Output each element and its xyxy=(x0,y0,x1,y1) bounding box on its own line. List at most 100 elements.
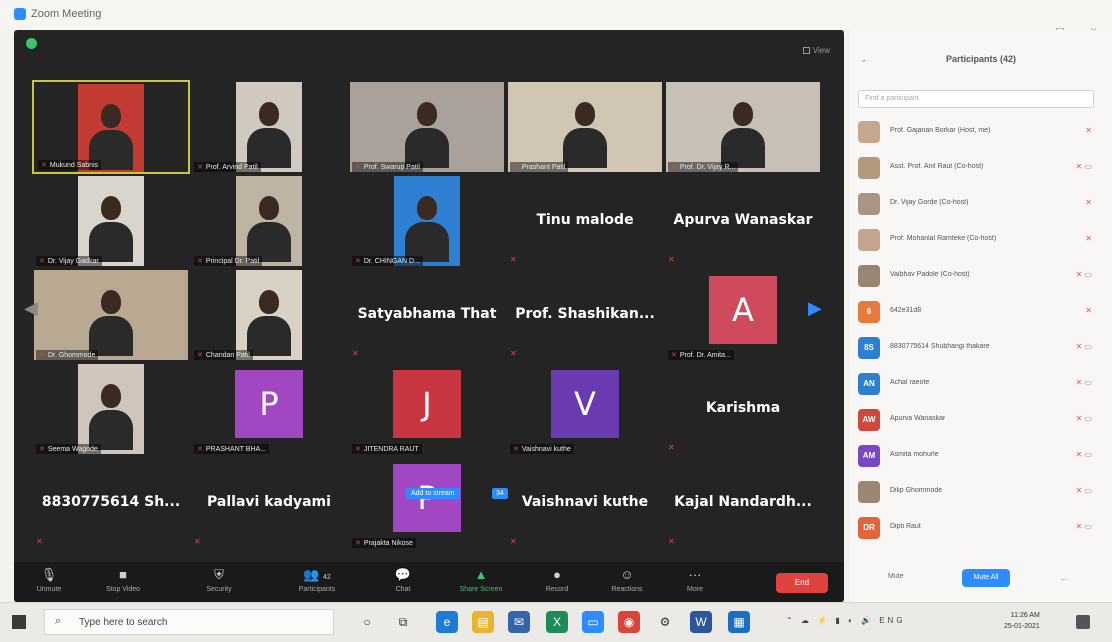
meeting-video-area: View ✕ Mukund Sabnis ✕ Prof. Arvind Patil ✕ P… xyxy=(14,30,844,602)
chrome-icon[interactable]: ◉ xyxy=(618,611,640,633)
reactions-button[interactable]: ☺ Reactions xyxy=(592,566,662,593)
participant-row[interactable]: AM Asmita mohurle ✕ ▭ xyxy=(858,442,1098,472)
muted-mic-icon: ✕ xyxy=(355,164,361,171)
taskbar-clock[interactable]: 11:26 AM 25-01-2021 xyxy=(1004,610,1040,632)
participant-tile[interactable]: ✕ Principal Dr. Patil xyxy=(190,174,348,268)
encryption-shield-icon[interactable] xyxy=(26,38,37,49)
more-button[interactable]: ··· More xyxy=(660,566,730,593)
participant-tile[interactable]: J ✕ JITENDRA RAUT xyxy=(348,362,506,456)
participant-video xyxy=(508,82,662,172)
end-meeting-button[interactable]: End xyxy=(776,573,828,593)
view-button[interactable]: View xyxy=(802,46,830,55)
settings-gear-icon[interactable]: ⚙ xyxy=(654,611,676,633)
participant-tile[interactable]: ✕ Prof. Dr. Vijay R... xyxy=(664,80,822,174)
system-tray[interactable]: ⌃ ☁ ⚡ ▮ ◐ 🔊 ENG xyxy=(786,616,906,625)
participant-row[interactable]: 8S 8830775614 Shubhangi thakare ✕ ▭ xyxy=(858,334,1098,364)
person-body xyxy=(563,128,607,168)
security-button[interactable]: ⛨ Security xyxy=(184,566,254,593)
next-page-arrow-icon[interactable]: ▶ xyxy=(808,298,822,319)
stop-video-button[interactable]: ■ Stop Video xyxy=(88,566,158,593)
participant-tile[interactable]: Karishma ✕ xyxy=(664,362,822,456)
panel-more-button[interactable]: ... xyxy=(1060,572,1068,582)
person-head xyxy=(733,102,753,126)
share-screen-button[interactable]: ▲ Share Screen xyxy=(446,566,516,593)
muted-mic-icon: ✕ xyxy=(39,258,45,265)
muted-mic-icon: ✕ xyxy=(671,352,677,359)
participant-tile[interactable]: P✕Prajakta Nikose xyxy=(348,456,506,550)
mail-icon[interactable]: ✉ xyxy=(508,611,530,633)
participant-list-name: Achal raeote xyxy=(890,379,930,386)
participant-row[interactable]: Asst. Prof. Anil Raut (Co-host) ✕ ▭ xyxy=(858,154,1098,184)
person-head xyxy=(259,102,279,126)
participant-avatar xyxy=(858,265,880,287)
word-icon[interactable]: W xyxy=(690,611,712,633)
find-participant-input[interactable]: Find a participant xyxy=(858,90,1094,108)
participant-row[interactable]: Vaibhav Padole (Co-host) ✕ ▭ xyxy=(858,262,1098,292)
cortana-icon[interactable]: ○ xyxy=(356,611,378,633)
participant-tile[interactable]: ✕ Prof. Arvind Patil xyxy=(190,80,348,174)
participant-name-label: ✕ Principal Dr. Patil xyxy=(194,256,263,266)
unmute-all-button[interactable]: Mute All xyxy=(962,569,1010,587)
mic-camera-status-icon: ✕ ▭ xyxy=(1075,162,1092,171)
participant-tile[interactable]: Kajal Nandardh... ✕ xyxy=(664,456,822,550)
participant-tile[interactable]: ✕ Dr. Vijay Gadkar xyxy=(32,174,190,268)
participant-row[interactable]: Dilip Ghommode ✕ ▭ xyxy=(858,478,1098,508)
participant-tile[interactable]: Apurva Wanaskar ✕ xyxy=(664,174,822,268)
participant-tile[interactable]: 8830775614 Sh... ✕ xyxy=(32,456,190,550)
participant-tile[interactable]: ✕ Chandan Patil xyxy=(190,268,348,362)
participant-video xyxy=(666,82,820,172)
muted-mic-icon: ✕ xyxy=(668,537,675,546)
participant-video xyxy=(236,270,302,360)
participant-avatar xyxy=(858,229,880,251)
participant-list-name: Dipti Raut xyxy=(890,523,921,530)
unmute-button[interactable]: 🎙 Unmute xyxy=(14,566,84,593)
participant-tile[interactable]: Prof. Shashikan... ✕ xyxy=(506,268,664,362)
participants-button[interactable]: 👥 42 Participants xyxy=(282,566,352,593)
edge-browser-icon[interactable]: e xyxy=(436,611,458,633)
participant-tile[interactable]: ✕ Dr. CHINGAN D... xyxy=(348,174,506,268)
participant-name-label: ✕ Prashant Patil xyxy=(510,162,569,172)
participant-tile[interactable]: ✕ Prof. Swarup Patil xyxy=(348,80,506,174)
participant-avatar: A xyxy=(709,276,777,344)
zoom-taskbar-icon[interactable]: ▭ xyxy=(582,611,604,633)
participant-avatar xyxy=(858,481,880,503)
record-button[interactable]: ● Record xyxy=(522,566,592,593)
participant-name-label: ✕ Chandan Patil xyxy=(194,350,253,360)
participant-row[interactable]: DR Dipti Raut ✕ ▭ xyxy=(858,514,1098,544)
participant-tile[interactable]: ✕ Prashant Patil xyxy=(506,80,664,174)
participant-list-name: Asst. Prof. Anil Raut (Co-host) xyxy=(890,163,984,170)
previous-page-arrow-icon[interactable]: ◀ xyxy=(24,298,38,319)
windows-start-icon[interactable] xyxy=(12,615,26,629)
participant-row[interactable]: 6 642e31d8 ✕ xyxy=(858,298,1098,328)
participant-tile[interactable]: P ✕ PRASHANT BHA... xyxy=(190,362,348,456)
participant-tile[interactable]: ✕ Mukund Sabnis xyxy=(32,80,190,174)
participant-row[interactable]: Prof. Mohanlal Ramteke (Co-host) ✕ xyxy=(858,226,1098,256)
participant-row[interactable]: Dr. Vijay Gorde (Co-host) ✕ xyxy=(858,190,1098,220)
participant-list-name: Asmita mohurle xyxy=(890,451,939,458)
participant-tile[interactable]: V ✕ Vaishnavi kuthe xyxy=(506,362,664,456)
file-explorer-icon[interactable]: ▤ xyxy=(472,611,494,633)
zoom-app-icon xyxy=(14,8,26,20)
notification-center-icon[interactable] xyxy=(1076,615,1090,629)
participant-name: Vaishnavi kuthe xyxy=(521,494,649,510)
participant-row[interactable]: AN Achal raeote ✕ ▭ xyxy=(858,370,1098,400)
mic-camera-status-icon: ✕ ▭ xyxy=(1075,414,1092,423)
participant-name-label: ✕ Prof. Dr. Amita... xyxy=(668,350,734,360)
chat-button[interactable]: 💬 Chat xyxy=(368,566,438,593)
participant-tile[interactable]: A ✕ Prof. Dr. Amita... xyxy=(664,268,822,362)
participant-tile[interactable]: ✕ Seema Wagode xyxy=(32,362,190,456)
participant-tile[interactable]: Tinu malode ✕ xyxy=(506,174,664,268)
mute-all-button[interactable]: Mute xyxy=(888,573,904,580)
taskbar-search-input[interactable]: ⌕ Type here to search xyxy=(44,609,334,635)
participant-row[interactable]: Prof. Gajanan Borkar (Host, me) ✕ xyxy=(858,118,1098,148)
excel-icon[interactable]: X xyxy=(546,611,568,633)
smiley-face-icon: ☺ xyxy=(620,567,634,582)
app-icon[interactable]: ▦ xyxy=(728,611,750,633)
participant-tile[interactable]: Satyabhama That ✕ xyxy=(348,268,506,362)
participant-tile[interactable]: Vaishnavi kuthe ✕ xyxy=(506,456,664,550)
participant-row[interactable]: AW Apurva Wanaskar ✕ ▭ xyxy=(858,406,1098,436)
muted-mic-icon: ✕ xyxy=(513,446,519,453)
participant-tile[interactable]: ✕ Dr. Ghommode xyxy=(32,268,190,362)
task-view-icon[interactable]: ⧉ xyxy=(392,611,414,633)
participant-tile[interactable]: Pallavi kadyami ✕ xyxy=(190,456,348,550)
